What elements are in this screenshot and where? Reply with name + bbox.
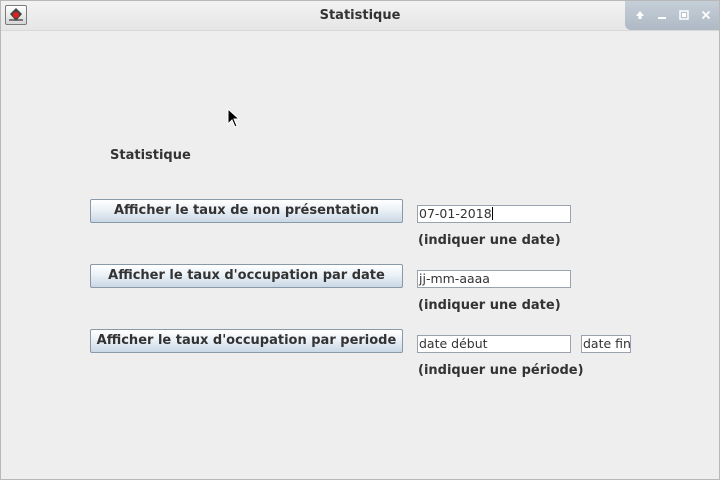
title-bar[interactable]: Statistique — [1, 1, 719, 31]
mouse-pointer-icon — [227, 107, 241, 132]
date-field-non-presentation[interactable]: 07-01-2018 — [417, 205, 571, 223]
date-field-occupancy[interactable]: jj-mm-aaaa — [417, 270, 571, 288]
occupancy-by-date-button[interactable]: Afficher le taux d'occupation par date — [90, 264, 403, 288]
window-controls — [625, 1, 719, 30]
minimize-icon[interactable] — [655, 8, 669, 22]
close-icon[interactable] — [699, 8, 713, 22]
window-title: Statistique — [319, 8, 401, 23]
maximize-icon[interactable] — [677, 8, 691, 22]
date-hint-label: (indiquer une date) — [418, 233, 561, 248]
end-date-field[interactable]: date fin — [581, 335, 631, 353]
up-arrow-icon[interactable] — [633, 8, 647, 22]
text-caret — [491, 207, 493, 220]
period-hint-label: (indiquer une période) — [418, 363, 584, 378]
date-hint-label: (indiquer une date) — [418, 298, 561, 313]
start-date-field[interactable]: date début — [417, 335, 571, 353]
date-field-value: 07-01-2018 — [419, 206, 492, 221]
non-presentation-rate-button[interactable]: Afficher le taux de non présentation — [90, 199, 403, 223]
page-heading: Statistique — [110, 148, 191, 163]
occupancy-by-period-button[interactable]: Afficher le taux d'occupation par period… — [90, 329, 403, 353]
statistique-window: Statistique Statistique Afficher le taux… — [0, 0, 720, 480]
